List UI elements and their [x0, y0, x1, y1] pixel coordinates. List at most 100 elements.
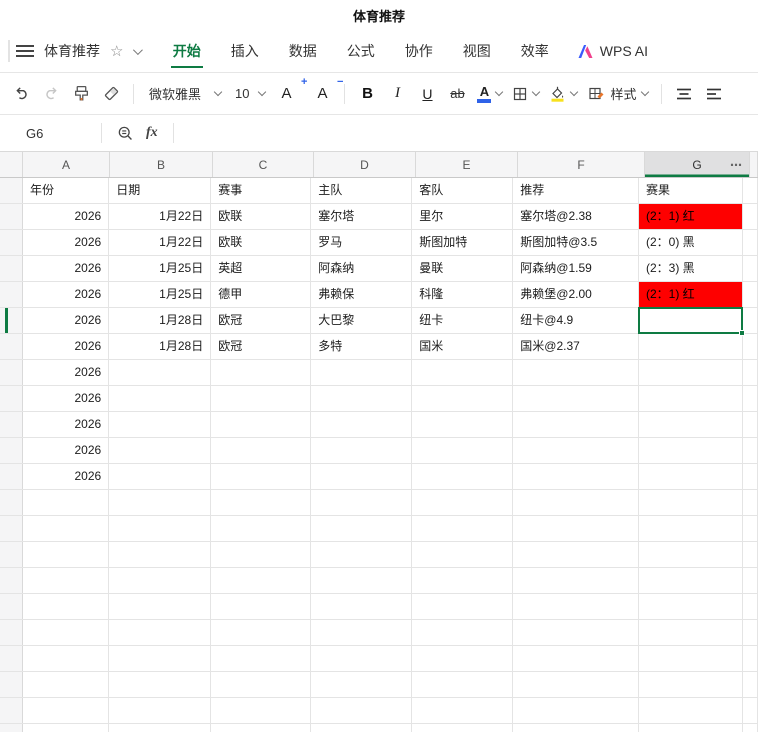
cell-F18[interactable] [513, 620, 639, 645]
cell-E14[interactable] [412, 516, 514, 541]
fill-color-button[interactable] [546, 80, 580, 108]
cell-B18[interactable] [109, 620, 212, 645]
undo-button[interactable] [8, 80, 34, 108]
cell-A10[interactable]: 2026 [23, 412, 110, 437]
cell-C7[interactable]: 欧冠 [211, 334, 312, 359]
row-header-1[interactable] [0, 178, 23, 203]
cell-C17[interactable] [211, 594, 312, 619]
cell-B8[interactable] [109, 360, 212, 385]
cell-C13[interactable] [211, 490, 312, 515]
cell-A5[interactable]: 2026 [23, 282, 110, 307]
cell-F1[interactable]: 推荐 [513, 178, 639, 203]
cell-G16[interactable] [639, 568, 743, 593]
row-header-13[interactable] [0, 490, 23, 515]
row-header-18[interactable] [0, 620, 23, 645]
search-commands-icon[interactable] [117, 125, 134, 142]
cell-E10[interactable] [412, 412, 514, 437]
column-header-F[interactable]: F [518, 152, 645, 177]
column-header-C[interactable]: C [213, 152, 314, 177]
cell-A7[interactable]: 2026 [23, 334, 110, 359]
cell-F5[interactable]: 弗赖堡@2.00 [513, 282, 639, 307]
cell-B21[interactable] [109, 698, 212, 723]
cell-F13[interactable] [513, 490, 639, 515]
cell-F19[interactable] [513, 646, 639, 671]
cell-D18[interactable] [311, 620, 413, 645]
cell-F9[interactable] [513, 386, 639, 411]
cell-G6[interactable] [638, 307, 745, 336]
tab-home[interactable]: 开始 [170, 32, 203, 70]
redo-button[interactable] [38, 80, 64, 108]
cell-D15[interactable] [311, 542, 413, 567]
cell-A1[interactable]: 年份 [23, 178, 110, 203]
tab-insert[interactable]: 插入 [229, 32, 261, 70]
cell-C19[interactable] [211, 646, 312, 671]
cell-E7[interactable]: 国米 [412, 334, 514, 359]
row-header-14[interactable] [0, 516, 23, 541]
wps-ai-button[interactable]: WPS AI [577, 43, 648, 59]
cell-C5[interactable]: 德甲 [211, 282, 312, 307]
cell-D17[interactable] [311, 594, 413, 619]
tab-collaborate[interactable]: 协作 [403, 32, 435, 70]
cell-D3[interactable]: 罗马 [311, 230, 413, 255]
cell-B19[interactable] [109, 646, 212, 671]
align-middle-button[interactable] [701, 80, 727, 108]
cell-F8[interactable] [513, 360, 639, 385]
formula-input[interactable] [179, 115, 758, 151]
fill-handle[interactable] [738, 330, 745, 336]
row-header-19[interactable] [0, 646, 23, 671]
cell-C9[interactable] [211, 386, 312, 411]
increase-font-button[interactable]: A + [273, 76, 307, 108]
cell-B13[interactable] [109, 490, 212, 515]
cell-D22[interactable] [311, 724, 413, 732]
more-columns-icon[interactable]: ⋯ [730, 158, 743, 172]
document-name[interactable]: 体育推荐 [44, 41, 100, 61]
cell-D9[interactable] [311, 386, 413, 411]
align-top-button[interactable] [671, 80, 697, 108]
format-painter-button[interactable] [68, 80, 94, 108]
cell-G12[interactable] [639, 464, 743, 489]
cell-B4[interactable]: 1月25日 [109, 256, 212, 281]
row-header-17[interactable] [0, 594, 23, 619]
cell-C22[interactable] [211, 724, 312, 732]
cell-C6[interactable]: 欧冠 [211, 308, 312, 333]
cell-E3[interactable]: 斯图加特 [412, 230, 514, 255]
cell-G3[interactable]: (2：0) 黑 [639, 230, 743, 255]
column-header-G[interactable]: G ⋯ [645, 152, 750, 177]
cell-D7[interactable]: 多特 [311, 334, 413, 359]
cell-B17[interactable] [109, 594, 212, 619]
cell-E13[interactable] [412, 490, 514, 515]
cell-E6[interactable]: 纽卡 [412, 308, 514, 333]
row-header-16[interactable] [0, 568, 23, 593]
cell-D4[interactable]: 阿森纳 [311, 256, 413, 281]
cell-A11[interactable]: 2026 [23, 438, 110, 463]
cell-A16[interactable] [23, 568, 110, 593]
cell-F11[interactable] [513, 438, 639, 463]
cell-G21[interactable] [639, 698, 743, 723]
cell-D5[interactable]: 弗赖保 [311, 282, 413, 307]
cell-C11[interactable] [211, 438, 312, 463]
cell-E8[interactable] [412, 360, 514, 385]
cell-A18[interactable] [23, 620, 110, 645]
cell-B11[interactable] [109, 438, 212, 463]
cell-G5[interactable]: (2：1) 红 [639, 282, 743, 307]
tab-formula[interactable]: 公式 [345, 32, 377, 70]
cell-B10[interactable] [109, 412, 212, 437]
cell-D10[interactable] [311, 412, 413, 437]
cell-A4[interactable]: 2026 [23, 256, 110, 281]
cell-G8[interactable] [639, 360, 743, 385]
cell-E9[interactable] [412, 386, 514, 411]
cell-A6[interactable]: 2026 [23, 308, 110, 333]
row-header-9[interactable] [0, 386, 23, 411]
cell-F12[interactable] [513, 464, 639, 489]
cell-G13[interactable] [639, 490, 743, 515]
cell-A19[interactable] [23, 646, 110, 671]
cell-G9[interactable] [639, 386, 743, 411]
borders-button[interactable] [509, 80, 542, 108]
font-size-select[interactable]: 10 [231, 80, 269, 108]
cell-D8[interactable] [311, 360, 413, 385]
cell-D16[interactable] [311, 568, 413, 593]
select-all-corner[interactable] [0, 152, 23, 177]
cell-F4[interactable]: 阿森纳@1.59 [513, 256, 639, 281]
cell-E21[interactable] [412, 698, 514, 723]
cell-C12[interactable] [211, 464, 312, 489]
